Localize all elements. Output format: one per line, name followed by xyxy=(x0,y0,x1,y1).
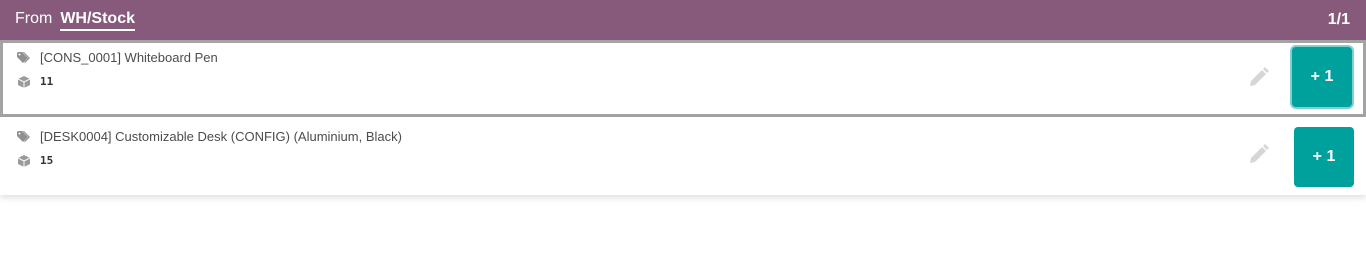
pencil-icon xyxy=(1250,67,1269,86)
source-location-link[interactable]: WH/Stock xyxy=(60,10,135,31)
from-label: From xyxy=(15,9,53,27)
move-line[interactable]: [CONS_0001] Whiteboard Pen 11 + 1 xyxy=(0,40,1366,117)
pencil-icon xyxy=(1250,144,1269,163)
tags-icon xyxy=(14,51,34,64)
edit-line-button[interactable] xyxy=(1246,64,1272,90)
tags-icon xyxy=(14,130,34,143)
edit-line-button[interactable] xyxy=(1246,141,1272,167)
cube-icon xyxy=(14,154,34,167)
product-row: [CONS_0001] Whiteboard Pen xyxy=(14,50,218,65)
location-header: From WH/Stock 1/1 xyxy=(0,0,1366,40)
page-counter: 1/1 xyxy=(1327,11,1350,28)
location-group: From WH/Stock xyxy=(15,10,135,31)
cube-icon xyxy=(14,75,34,88)
quantity-value: 15 xyxy=(40,154,54,167)
product-name: [DESK0004] Customizable Desk (CONFIG) (A… xyxy=(40,129,402,144)
product-row: [DESK0004] Customizable Desk (CONFIG) (A… xyxy=(14,129,402,144)
product-name: [CONS_0001] Whiteboard Pen xyxy=(40,50,218,65)
quantity-value: 11 xyxy=(40,75,54,88)
increment-button[interactable]: + 1 xyxy=(1294,127,1354,187)
quantity-row: 15 xyxy=(14,154,53,167)
quantity-row: 11 xyxy=(14,75,53,88)
increment-button[interactable]: + 1 xyxy=(1292,47,1352,107)
move-line[interactable]: [DESK0004] Customizable Desk (CONFIG) (A… xyxy=(0,117,1366,195)
